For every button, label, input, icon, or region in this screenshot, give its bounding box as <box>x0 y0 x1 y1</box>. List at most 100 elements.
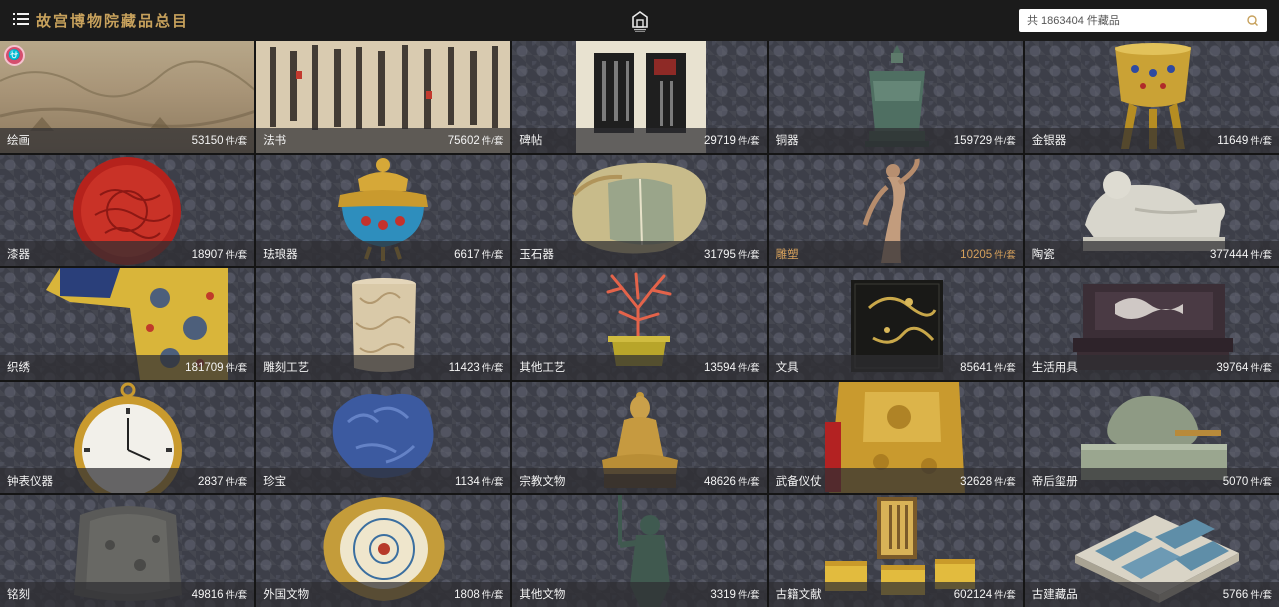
category-name: 帝后玺册 <box>1031 475 1078 488</box>
category-tile-painting[interactable]: ⛎ 绘画 53150 件/套 <box>0 41 255 153</box>
category-tile-jade[interactable]: 玉石器 31795 件/套 <box>512 154 767 267</box>
category-name: 古建藏品 <box>1031 589 1078 602</box>
category-tile-ceramics[interactable]: 陶瓷 377444 件/套 <box>1024 154 1279 267</box>
category-count-group: 48626 件/套 <box>704 472 760 490</box>
category-caption: 其他工艺 13594 件/套 <box>512 354 767 380</box>
search-box[interactable] <box>1019 9 1267 32</box>
category-unit: 件/套 <box>225 590 248 602</box>
search-icon[interactable] <box>1247 15 1258 26</box>
category-count-group: 159729 件/套 <box>954 131 1016 149</box>
category-caption: 雕塑 10205 件/套 <box>768 241 1023 267</box>
accessibility-badge[interactable]: ⛎ <box>4 45 25 66</box>
category-caption: 织绣 181709 件/套 <box>0 354 255 380</box>
category-tile-ancient-books[interactable]: 古籍文献 602124 件/套 <box>768 495 1023 607</box>
category-count-group: 85641 件/套 <box>960 358 1016 376</box>
category-tile-rubbings[interactable]: 碑帖 29719 件/套 <box>512 41 767 153</box>
category-count: 3319 <box>710 589 736 602</box>
category-unit: 件/套 <box>1250 590 1272 602</box>
category-tile-lacquer[interactable]: 漆器 18907 件/套 <box>0 154 255 267</box>
category-count: 2837 <box>197 475 224 488</box>
category-count: 49816 <box>191 589 224 602</box>
category-tile-gold-silver[interactable]: 金银器 11649 件/套 <box>1024 41 1279 153</box>
search-input[interactable] <box>1019 9 1241 32</box>
category-caption: 生活用具 39764 件/套 <box>1024 354 1279 380</box>
category-name: 漆器 <box>7 248 30 261</box>
category-count: 18907 <box>191 248 224 261</box>
category-tile-imperial-seals[interactable]: 帝后玺册 5070 件/套 <box>1024 381 1279 494</box>
category-count-group: 39764 件/套 <box>1216 358 1272 376</box>
category-count: 6617 <box>454 248 480 261</box>
category-name: 法书 <box>263 135 287 148</box>
category-unit: 件/套 <box>737 476 760 488</box>
category-tile-religious[interactable]: 宗教文物 48626 件/套 <box>512 381 767 494</box>
category-tile-other-crafts[interactable]: 其他工艺 13594 件/套 <box>512 268 767 380</box>
category-caption: 外国文物 1808 件/套 <box>256 581 511 607</box>
category-tile-bronze[interactable]: 铜器 159729 件/套 <box>768 41 1023 153</box>
category-unit: 件/套 <box>737 249 760 261</box>
category-count: 75602 <box>447 135 480 148</box>
top-bar: 故宫博物院藏品总目 <box>0 0 1279 41</box>
site-title[interactable]: 故宫博物院藏品总目 <box>36 10 189 31</box>
category-unit: 件/套 <box>481 476 504 488</box>
category-count-group: 5070 件/套 <box>1223 472 1272 490</box>
category-count: 5070 <box>1222 475 1249 488</box>
category-name: 金银器 <box>1031 135 1067 148</box>
category-tile-textile[interactable]: 织绣 181709 件/套 <box>0 268 255 380</box>
category-tile-clocks[interactable]: 钟表仪器 2837 件/套 <box>0 381 255 494</box>
collection-grid: ⛎ 绘画 53150 件/套 法书 75602 件/套 碑帖 29719 件/套… <box>0 41 1279 607</box>
category-count-group: 2837 件/套 <box>198 472 247 490</box>
category-tile-treasures[interactable]: 珍宝 1134 件/套 <box>256 381 511 494</box>
category-caption: 玉石器 31795 件/套 <box>512 241 767 267</box>
category-name: 宗教文物 <box>519 475 566 488</box>
category-count-group: 31795 件/套 <box>704 245 760 263</box>
category-count-group: 11649 件/套 <box>1217 131 1272 149</box>
category-caption: 珐琅器 6617 件/套 <box>256 241 511 267</box>
category-count-group: 13594 件/套 <box>704 358 760 376</box>
category-count-group: 32628 件/套 <box>960 472 1016 490</box>
category-count: 1134 <box>455 475 480 488</box>
category-caption: 铭刻 49816 件/套 <box>0 581 255 607</box>
category-unit: 件/套 <box>1250 476 1272 488</box>
category-name: 碑帖 <box>519 135 543 148</box>
category-tile-sculpture[interactable]: 雕塑 10205 件/套 <box>768 154 1023 267</box>
menu-icon[interactable] <box>13 12 29 28</box>
category-tile-other-relics[interactable]: 其他文物 3319 件/套 <box>512 495 767 607</box>
category-tile-carving[interactable]: 雕刻工艺 11423 件/套 <box>256 268 511 380</box>
category-tile-stationery[interactable]: 文具 85641 件/套 <box>768 268 1023 380</box>
category-count-group: 5766 件/套 <box>1223 585 1272 603</box>
category-caption: 钟表仪器 2837 件/套 <box>0 468 255 494</box>
category-count-group: 181709 件/套 <box>185 358 247 376</box>
category-count: 602124 <box>953 589 993 602</box>
category-tile-foreign[interactable]: 外国文物 1808 件/套 <box>256 495 511 607</box>
category-unit: 件/套 <box>737 136 760 148</box>
category-tile-calligraphy[interactable]: 法书 75602 件/套 <box>256 41 511 153</box>
category-caption: 帝后玺册 5070 件/套 <box>1024 468 1279 494</box>
category-tile-architecture[interactable]: 古建藏品 5766 件/套 <box>1024 495 1279 607</box>
category-count: 39764 <box>1216 362 1249 375</box>
category-caption: 武备仪仗 32628 件/套 <box>768 468 1023 494</box>
category-unit: 件/套 <box>737 363 760 375</box>
category-tile-enamel[interactable]: 珐琅器 6617 件/套 <box>256 154 511 267</box>
category-count: 11649 <box>1217 135 1249 148</box>
category-caption: 金银器 11649 件/套 <box>1024 127 1279 153</box>
category-unit: 件/套 <box>1250 136 1272 148</box>
category-tile-armaments[interactable]: 武备仪仗 32628 件/套 <box>768 381 1023 494</box>
category-caption: 古建藏品 5766 件/套 <box>1024 581 1279 607</box>
category-tile-inscriptions[interactable]: 铭刻 49816 件/套 <box>0 495 255 607</box>
category-count: 32628 <box>960 475 993 488</box>
category-count-group: 3319 件/套 <box>710 585 759 603</box>
category-count: 29719 <box>703 135 736 148</box>
category-count-group: 75602 件/套 <box>448 131 504 149</box>
category-caption: 铜器 159729 件/套 <box>768 127 1023 153</box>
category-caption: 陶瓷 377444 件/套 <box>1024 241 1279 267</box>
category-name: 生活用具 <box>1031 362 1078 375</box>
category-unit: 件/套 <box>994 363 1016 375</box>
category-unit: 件/套 <box>225 136 248 148</box>
category-caption: 碑帖 29719 件/套 <box>512 127 767 153</box>
category-name: 古籍文献 <box>775 589 822 602</box>
category-count-group: 602124 件/套 <box>954 585 1016 603</box>
category-caption: 绘画 53150 件/套 <box>0 127 255 153</box>
category-count-group: 49816 件/套 <box>192 585 248 603</box>
palace-museum-logo-icon[interactable] <box>631 11 649 33</box>
category-tile-daily-utensils[interactable]: 生活用具 39764 件/套 <box>1024 268 1279 380</box>
